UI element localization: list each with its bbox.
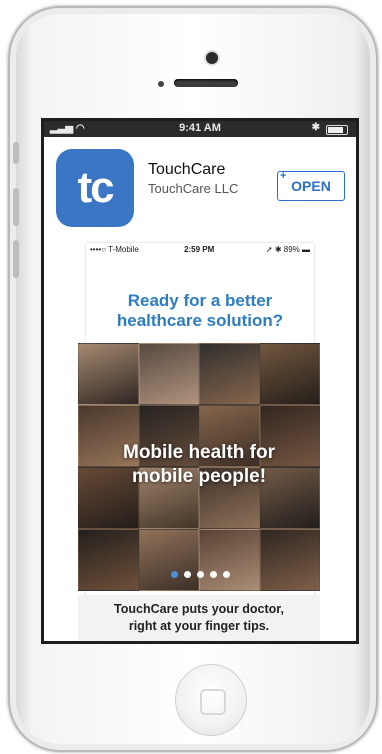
mute-switch — [13, 142, 19, 164]
overlay-slogan: Mobile health for mobile people! — [78, 441, 320, 489]
overlay-line-2: mobile people! — [131, 466, 267, 487]
app-icon-text: tc — [77, 163, 114, 212]
open-button-label: OPEN — [291, 178, 331, 194]
app-name: TouchCare — [148, 161, 226, 178]
preview-battery-pct: 89% — [283, 245, 300, 254]
preview-battery: ➚ ✱ 89% ▬ — [265, 245, 310, 254]
status-bar: ▂▃▅ ◠ 9:41 AM ✱ — [44, 121, 356, 137]
plus-icon: + — [280, 170, 287, 182]
app-developer[interactable]: TouchCare LLC — [148, 181, 238, 196]
tagline-line-1: TouchCare puts your doctor, — [114, 602, 284, 616]
headline-line-2: healthcare solution? — [116, 311, 284, 330]
app-screenshot-preview[interactable]: ••••○ T-Mobile 2:59 PM ➚ ✱ 89% ▬ Ready f… — [78, 243, 320, 641]
preview-status-bar: ••••○ T-Mobile 2:59 PM ➚ ✱ 89% ▬ — [86, 243, 314, 257]
preview-tagline: TouchCare puts your doctor, right at you… — [78, 595, 320, 641]
status-time: 9:41 AM — [179, 122, 221, 134]
open-button[interactable]: + OPEN — [277, 170, 345, 201]
page-dot[interactable] — [196, 571, 204, 578]
battery-icon — [326, 125, 348, 135]
tagline-line-2: right at your finger tips. — [128, 619, 270, 633]
sensor-icon — [158, 81, 164, 87]
overlay-line-1: Mobile health for — [123, 442, 275, 463]
home-square-icon — [200, 689, 226, 715]
volume-up-button — [13, 188, 19, 226]
preview-carrier: ••••○ T-Mobile — [90, 245, 139, 254]
headline-line-1: Ready for a better — [127, 291, 273, 310]
preview-headline: Ready for a better healthcare solution? — [86, 291, 314, 331]
volume-down-button — [13, 240, 19, 278]
app-icon[interactable]: tc — [56, 149, 134, 227]
page-dot[interactable] — [209, 571, 217, 578]
earpiece-speaker — [174, 79, 238, 87]
page-dot[interactable] — [222, 571, 230, 578]
bluetooth-icon: ✱ — [311, 122, 320, 133]
home-button[interactable] — [175, 664, 247, 736]
front-camera-icon — [206, 52, 218, 64]
phone-screen: ▂▃▅ ◠ 9:41 AM ✱ tc TouchCare TouchCare L… — [41, 118, 359, 644]
page-indicator[interactable] — [86, 565, 314, 583]
preview-time: 2:59 PM — [184, 245, 215, 254]
page-dot[interactable] — [183, 571, 191, 578]
page-dot[interactable] — [170, 571, 178, 578]
